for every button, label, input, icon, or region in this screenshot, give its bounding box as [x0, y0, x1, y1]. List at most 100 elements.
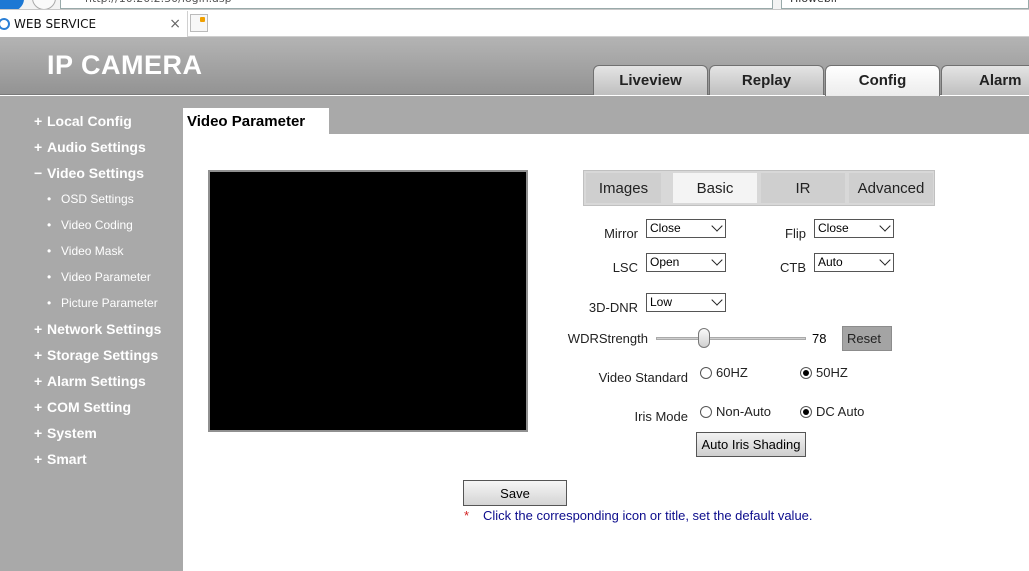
- forward-button[interactable]: [32, 0, 56, 9]
- ctb-value: Auto: [818, 255, 843, 269]
- sidebar-item-label: Smart: [47, 451, 87, 467]
- sidebar-subitem-video-mask[interactable]: • Video Mask: [47, 244, 123, 258]
- sidebar-item-smart[interactable]: + Smart: [34, 451, 87, 467]
- sidebar-subitem-video-coding[interactable]: • Video Coding: [47, 218, 133, 232]
- mirror-label: Mirror: [604, 226, 638, 241]
- radio-50hz-label: 50HZ: [816, 365, 848, 380]
- expand-icon: +: [34, 425, 43, 441]
- sidebar-subitem-label: Picture Parameter: [61, 296, 158, 310]
- wdr-slider-handle[interactable]: [698, 328, 710, 348]
- mirror-value: Close: [650, 221, 681, 235]
- lsc-label: LSC: [612, 260, 638, 275]
- browser-tab-strip: WEB SERVICE ×: [0, 11, 1029, 37]
- sidebar-item-video-settings[interactable]: − Video Settings: [34, 165, 144, 181]
- bullet-icon: •: [47, 296, 52, 310]
- bullet-icon: •: [47, 218, 52, 232]
- flip-label: Flip: [785, 226, 806, 241]
- sidebar-item-com-setting[interactable]: + COM Setting: [34, 399, 131, 415]
- ctb-select[interactable]: Auto: [814, 253, 894, 272]
- radio-non-auto[interactable]: [700, 406, 712, 418]
- sidebar-item-local-config[interactable]: + Local Config: [34, 113, 132, 129]
- bullet-icon: •: [47, 192, 52, 206]
- tab-config[interactable]: Config: [825, 65, 940, 96]
- search-input[interactable]: Hiowebil: [781, 0, 1029, 9]
- dnr-label: 3D-DNR: [588, 300, 638, 315]
- expand-icon: +: [34, 373, 43, 389]
- expand-icon: +: [34, 451, 43, 467]
- chevron-down-icon: [879, 254, 891, 266]
- ctb-label: CTB: [780, 260, 806, 275]
- tab-replay[interactable]: Replay: [709, 65, 824, 95]
- sidebar-item-network-settings[interactable]: + Network Settings: [34, 321, 161, 337]
- chevron-down-icon: [711, 294, 723, 306]
- sidebar-item-label: System: [47, 425, 97, 441]
- sidebar-item-storage-settings[interactable]: + Storage Settings: [34, 347, 158, 363]
- address-input[interactable]: http://10.20.2.30/login.asp: [60, 0, 773, 9]
- wdr-label: WDRStrength: [567, 331, 648, 346]
- radio-60hz[interactable]: [700, 367, 712, 379]
- sidebar-item-label: Local Config: [47, 113, 132, 129]
- ie-icon: [0, 18, 10, 30]
- note-asterisk: *: [464, 508, 470, 523]
- tab-advanced[interactable]: Advanced: [849, 173, 933, 203]
- bullet-icon: •: [47, 270, 52, 284]
- app-title: IP CAMERA: [47, 50, 203, 80]
- sidebar-item-label: Network Settings: [47, 321, 162, 337]
- new-tab-icon[interactable]: [190, 14, 208, 32]
- save-button[interactable]: Save: [463, 480, 567, 506]
- radio-dc-auto-label: DC Auto: [816, 404, 865, 419]
- browser-address-bar: http://10.20.2.30/login.asp Hiowebil: [0, 0, 1029, 10]
- app-header: IP CAMERA Liveview Replay Config Alarm: [0, 37, 1029, 96]
- dnr-select[interactable]: Low: [646, 293, 726, 312]
- sidebar-subitem-label: Video Parameter: [61, 270, 151, 284]
- sidebar-item-system[interactable]: + System: [34, 425, 97, 441]
- video-preview: [208, 170, 528, 432]
- page-title: Video Parameter: [183, 108, 329, 134]
- iris-mode-label: Iris Mode: [634, 409, 688, 424]
- tab-images[interactable]: Images: [586, 173, 661, 203]
- wdr-slider-track[interactable]: [656, 337, 806, 340]
- tab-basic[interactable]: Basic: [673, 173, 757, 203]
- chevron-down-icon: [879, 220, 891, 232]
- expand-icon: +: [34, 139, 43, 155]
- video-standard-label: Video Standard: [598, 370, 688, 385]
- tab-liveview[interactable]: Liveview: [593, 65, 708, 95]
- sidebar-subitem-label: OSD Settings: [61, 192, 134, 206]
- radio-50hz[interactable]: [800, 367, 812, 379]
- expand-icon: +: [34, 399, 43, 415]
- flip-select[interactable]: Close: [814, 219, 894, 238]
- close-icon[interactable]: ×: [169, 11, 181, 37]
- browser-tab[interactable]: WEB SERVICE ×: [0, 11, 188, 37]
- sidebar-subitem-picture-parameter[interactable]: • Picture Parameter: [47, 296, 158, 310]
- lsc-select[interactable]: Open: [646, 253, 726, 272]
- expand-icon: +: [34, 113, 43, 129]
- lsc-value: Open: [650, 255, 680, 269]
- wdr-value: 78: [812, 331, 827, 346]
- bullet-icon: •: [47, 244, 52, 258]
- dnr-value: Low: [650, 295, 673, 309]
- expand-icon: +: [34, 347, 43, 363]
- collapse-icon: −: [34, 165, 43, 181]
- sidebar-subitem-video-parameter[interactable]: • Video Parameter: [47, 270, 151, 284]
- sidebar-item-label: Audio Settings: [47, 139, 146, 155]
- sidebar-item-label: Alarm Settings: [47, 373, 146, 389]
- radio-dc-auto[interactable]: [800, 406, 812, 418]
- sidebar-item-audio-settings[interactable]: + Audio Settings: [34, 139, 146, 155]
- auto-iris-shading-button[interactable]: Auto Iris Shading: [696, 432, 806, 457]
- back-button[interactable]: [0, 0, 24, 9]
- chevron-down-icon: [711, 220, 723, 232]
- default-value-note: Click the corresponding icon or title, s…: [483, 508, 813, 523]
- sidebar-item-label: COM Setting: [47, 399, 131, 415]
- tab-alarm[interactable]: Alarm: [941, 65, 1029, 95]
- browser-tab-title: WEB SERVICE: [14, 17, 97, 31]
- radio-60hz-label: 60HZ: [716, 365, 748, 380]
- tab-ir[interactable]: IR: [761, 173, 845, 203]
- sidebar-subitem-label: Video Mask: [61, 244, 124, 258]
- expand-icon: +: [34, 321, 43, 337]
- sidebar-item-label: Storage Settings: [47, 347, 159, 363]
- sidebar-item-alarm-settings[interactable]: + Alarm Settings: [34, 373, 146, 389]
- wdr-reset-button[interactable]: Reset: [842, 326, 892, 351]
- sidebar-subitem-osd-settings[interactable]: • OSD Settings: [47, 192, 134, 206]
- mirror-select[interactable]: Close: [646, 219, 726, 238]
- sidebar-item-label: Video Settings: [47, 165, 144, 181]
